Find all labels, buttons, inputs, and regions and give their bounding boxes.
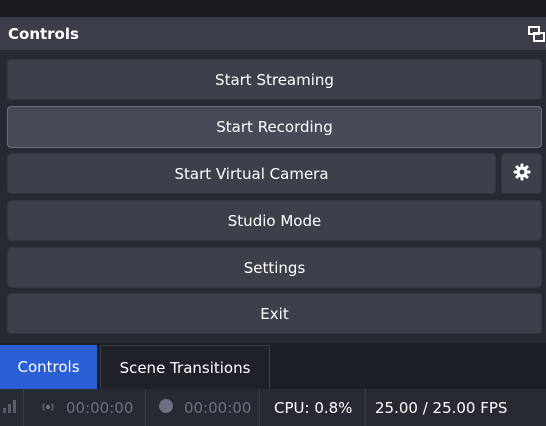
start-recording-label: Start Recording [216, 118, 333, 136]
virtual-camera-settings-button[interactable] [501, 153, 542, 194]
signal-segment [0, 389, 24, 426]
cpu-status: CPU: 0.8% [260, 389, 366, 426]
dock-title-bar: Controls [0, 18, 546, 50]
start-streaming-label: Start Streaming [215, 70, 334, 89]
studio-mode-button[interactable]: Studio Mode [7, 200, 542, 241]
record-status: 00:00:00 [146, 389, 260, 426]
obs-window: Controls Start Streaming Start Recording… [0, 0, 546, 426]
stream-time: 00:00:00 [66, 398, 134, 417]
start-recording-button[interactable]: Start Recording [7, 106, 542, 148]
dock-title: Controls [8, 25, 79, 43]
stream-indicator-icon [40, 399, 56, 417]
record-time: 00:00:00 [184, 398, 252, 417]
fps-status: 25.00 / 25.00 FPS [366, 389, 546, 426]
top-edge [0, 0, 546, 17]
cpu-usage: CPU: 0.8% [274, 398, 353, 417]
record-dot-icon [158, 398, 174, 418]
controls-dock: Controls Start Streaming Start Recording… [0, 17, 546, 343]
start-virtual-camera-label: Start Virtual Camera [174, 164, 329, 183]
exit-label: Exit [260, 304, 289, 323]
gear-icon [513, 163, 531, 185]
studio-mode-label: Studio Mode [227, 211, 322, 230]
exit-button[interactable]: Exit [7, 293, 542, 334]
status-bar: 00:00:00 00:00:00 CPU: 0.8% 25.00 / 25.0… [0, 389, 546, 426]
settings-button[interactable]: Settings [7, 247, 542, 288]
signal-bars-icon [3, 399, 17, 417]
tab-scene-transitions[interactable]: Scene Transitions [100, 345, 270, 389]
tab-controls-label: Controls [17, 358, 80, 376]
undock-icon[interactable] [528, 26, 545, 42]
settings-label: Settings [243, 258, 306, 277]
tab-scene-transitions-label: Scene Transitions [119, 358, 251, 377]
stream-status: 00:00:00 [24, 389, 146, 426]
tab-controls[interactable]: Controls [0, 345, 97, 389]
start-streaming-button[interactable]: Start Streaming [7, 59, 542, 100]
dock-tab-bar: Controls Scene Transitions [0, 342, 546, 390]
fps-readout: 25.00 / 25.00 FPS [375, 398, 508, 417]
start-virtual-camera-button[interactable]: Start Virtual Camera [7, 153, 496, 194]
